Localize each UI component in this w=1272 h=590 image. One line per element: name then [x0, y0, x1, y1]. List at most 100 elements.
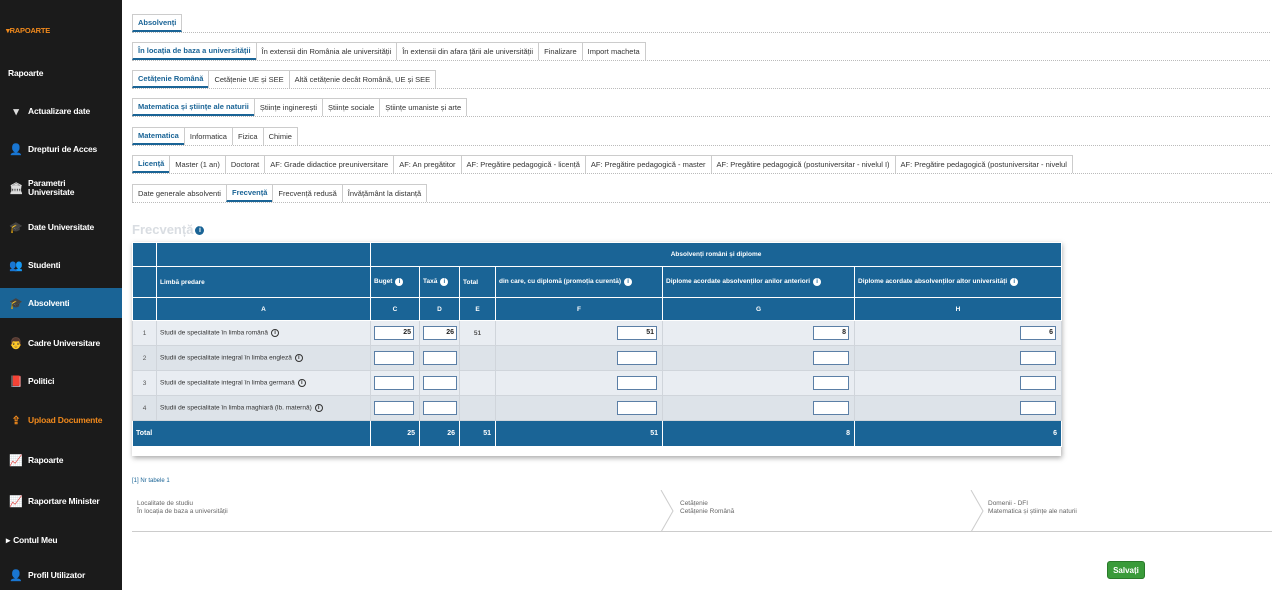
chevron-right-icon	[660, 490, 674, 532]
tab-pregatire-pedagogica-nivel-1[interactable]: AF: Pregătire pedagogică (postuniversita…	[710, 155, 896, 173]
col-header-f: din care, cu diplomă (promoția curentă) i	[495, 266, 663, 298]
tab-stiinte-inginieresti[interactable]: Științe inginerești	[253, 98, 323, 116]
tab-master[interactable]: Master (1 an)	[169, 155, 226, 173]
info-icon[interactable]: i	[813, 278, 822, 286]
f-input[interactable]	[617, 376, 657, 390]
tab-invatamant-distanta[interactable]: Învățământ la distanță	[341, 184, 428, 202]
tab-locatia-de-baza[interactable]: În locația de baza a universității	[132, 42, 257, 60]
info-icon[interactable]: i	[1010, 278, 1019, 286]
sidebar-item-actualizare-date[interactable]: ▾ Actualizare date	[0, 100, 122, 122]
taxa-input[interactable]: 26	[423, 326, 457, 340]
buget-input[interactable]	[374, 351, 414, 365]
sidebar-item-contul-meu[interactable]: ▸ Contul Meu	[0, 530, 122, 550]
user-icon: 👤	[9, 143, 23, 156]
sidebar-item-studenti[interactable]: 👥 Studenti	[0, 254, 122, 276]
tab-pregatire-pedagogica-nivel-2[interactable]: AF: Pregătire pedagogică (postuniversita…	[894, 155, 1073, 173]
g-input[interactable]	[813, 376, 849, 390]
table-row: 3 Studii de specialitate integral în lim…	[132, 370, 1063, 396]
col-letter: F	[495, 297, 663, 321]
info-icon[interactable]: i	[195, 226, 205, 236]
tab-alta-cetatenie[interactable]: Altă cetățenie decât Română, UE și SEE	[288, 70, 437, 88]
buget-input[interactable]	[374, 376, 414, 390]
save-button[interactable]: Salvați	[1107, 561, 1145, 579]
tab-doctorat[interactable]: Doctorat	[224, 155, 266, 173]
sidebar-header[interactable]: ▾ RAPOARTE	[0, 22, 122, 38]
col-letter: A	[156, 297, 371, 321]
tab-import-macheta[interactable]: Import macheta	[581, 42, 646, 60]
tab-pregatire-pedagogica-licenta[interactable]: AF: Pregătire pedagogică - licență	[460, 155, 586, 173]
caret-right-icon: ▸	[6, 534, 11, 545]
tab-informatica[interactable]: Informatica	[183, 127, 233, 145]
sidebar-item-cadre-universitare[interactable]: 👨 Cadre Universitare	[0, 332, 122, 354]
col-header-limba-predare: Limbă predare	[156, 266, 371, 298]
tab-cetatenie-ue-see[interactable]: Cetățenie UE și SEE	[208, 70, 290, 88]
tab-finalizare[interactable]: Finalizare	[538, 42, 583, 60]
info-icon[interactable]: i	[271, 329, 280, 337]
sidebar-item-politici[interactable]: 📕 Politici	[0, 370, 122, 392]
h-input[interactable]	[1020, 376, 1057, 390]
tab-date-generale-absolventi[interactable]: Date generale absolventi	[132, 184, 227, 202]
teacher-icon: 👨	[9, 337, 23, 350]
tab-absolventi[interactable]: Absolvenți	[132, 14, 183, 32]
tab-licenta[interactable]: Licență	[132, 155, 171, 173]
f-input[interactable]	[617, 351, 657, 365]
g-input[interactable]: 8	[813, 326, 849, 340]
table-count-note: [1] Nr tabele 1	[132, 478, 170, 484]
taxa-input[interactable]	[423, 401, 457, 415]
h-input[interactable]	[1020, 351, 1057, 365]
section-title: Frecvență i	[132, 222, 205, 237]
tab-frecventa-redusa[interactable]: Frecvență redusă	[272, 184, 343, 202]
col-letter: D	[419, 297, 460, 321]
tab-fizica[interactable]: Fizica	[231, 127, 264, 145]
col-letter: G	[662, 297, 855, 321]
info-icon[interactable]: i	[294, 354, 303, 362]
taxa-input[interactable]	[423, 351, 457, 365]
col-letter: C	[370, 297, 420, 321]
tab-stiinte-umaniste-arte[interactable]: Științe umaniste și arte	[379, 98, 468, 116]
sidebar-item-rapoarte[interactable]: 📈 Rapoarte	[0, 449, 122, 471]
info-icon[interactable]: i	[297, 379, 306, 387]
tab-extensii-afara-tarii[interactable]: În extensii din afara țării ale universi…	[396, 42, 540, 60]
info-icon[interactable]: i	[624, 278, 633, 286]
buget-input[interactable]	[374, 401, 414, 415]
tab-stiinte-sociale[interactable]: Științe sociale	[322, 98, 381, 116]
taxa-input[interactable]	[423, 376, 457, 390]
g-input[interactable]	[813, 351, 849, 365]
tab-pregatire-pedagogica-master[interactable]: AF: Pregătire pedagogică - master	[584, 155, 712, 173]
info-icon[interactable]: i	[395, 278, 404, 286]
table-row: 1 Studii de specialitate în limba română…	[132, 320, 1063, 346]
h-input[interactable]	[1020, 401, 1057, 415]
tab-chimie[interactable]: Chimie	[262, 127, 298, 145]
sidebar-item-absolventi[interactable]: 🎓 Absolventi	[0, 288, 122, 318]
col-header-g: Diplome acordate absolvenților anilor an…	[662, 266, 855, 298]
users-icon: 👥	[9, 259, 23, 272]
sidebar-item-profil-utilizator[interactable]: 👤 Profil Utilizator	[0, 565, 122, 585]
col-header-taxa: Taxă i	[419, 266, 460, 298]
info-icon[interactable]: i	[440, 278, 449, 286]
sidebar-item-rapoarte-top[interactable]: Rapoarte	[0, 62, 122, 84]
sidebar-item-parametri-universitate[interactable]: 🏛 Parametri Universitate	[0, 174, 122, 202]
col-letter: E	[459, 297, 496, 321]
tab-grade-didactice[interactable]: AF: Grade didactice preuniversitare	[264, 155, 395, 173]
summary-localitate: Localitate de studiu În locația de baza …	[137, 500, 228, 515]
g-input[interactable]	[813, 401, 849, 415]
chevron-right-icon	[970, 490, 984, 532]
sidebar-item-raportare-minister[interactable]: 📈 Raportare Minister	[0, 490, 122, 512]
f-input[interactable]: 51	[617, 326, 657, 340]
tab-matematica-stiinte-naturii[interactable]: Matematica și științe ale naturii	[132, 98, 255, 116]
tab-cetatenie-romana[interactable]: Cetățenie Română	[132, 70, 210, 88]
f-input[interactable]	[617, 401, 657, 415]
tab-frecventa[interactable]: Frecvență	[225, 184, 274, 202]
buget-input[interactable]: 25	[374, 326, 414, 340]
sidebar-item-upload-documente[interactable]: ⇪ Upload Documente	[0, 409, 122, 431]
info-icon[interactable]: i	[314, 404, 323, 412]
chart-icon: 📈	[9, 495, 23, 508]
sidebar-item-date-universitate[interactable]: 🎓 Date Universitate	[0, 216, 122, 238]
tab-an-pregatitor[interactable]: AF: An pregătitor	[393, 155, 462, 173]
sidebar-item-drepturi-acces[interactable]: 👤 Drepturi de Acces	[0, 138, 122, 160]
summary-cetatenie: Cetățenie Cetățenie Română	[680, 500, 735, 515]
tab-matematica[interactable]: Matematica	[132, 127, 185, 145]
tab-extensii-romania[interactable]: În extensii din România ale universități…	[255, 42, 398, 60]
absolventi-table: Absolvenți români și diplome Limbă preda…	[132, 242, 1063, 456]
h-input[interactable]: 6	[1020, 326, 1057, 340]
